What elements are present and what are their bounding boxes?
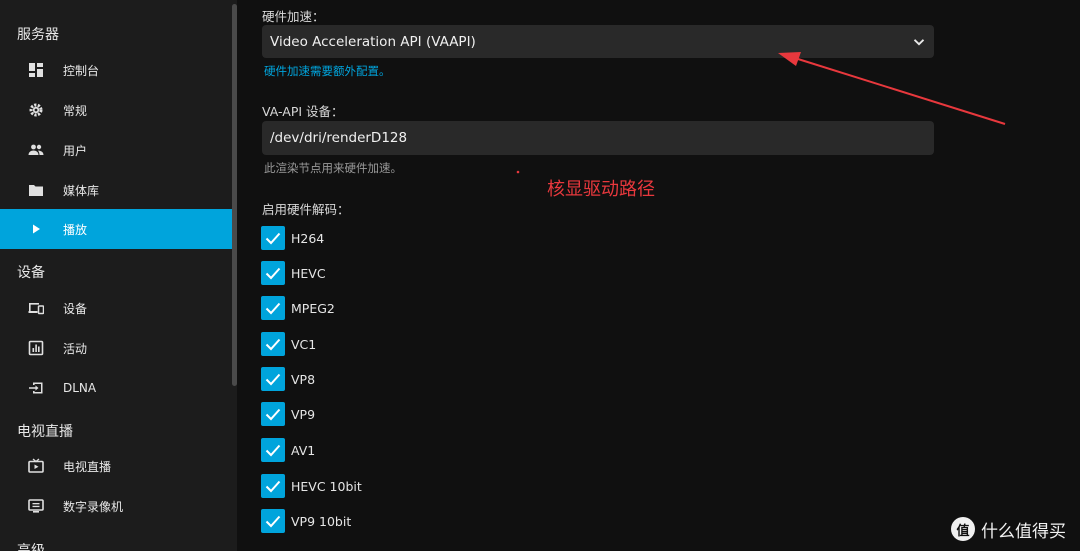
watermark-text: 什么值得买: [981, 521, 1066, 542]
watermark-logo-icon: 值: [951, 517, 975, 541]
annotation-text: 核显驱动路径: [547, 179, 655, 200]
annotation-arrow: [516, 52, 1006, 174]
watermark: 值 什么值得买: [951, 515, 1066, 543]
